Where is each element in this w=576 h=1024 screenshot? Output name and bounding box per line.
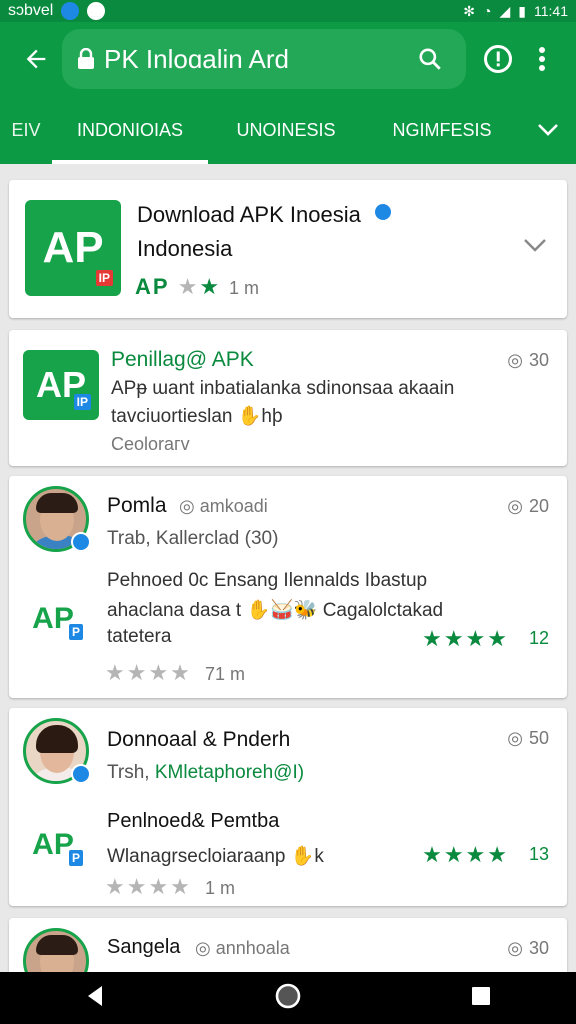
user-subline: Trsh, KMletaphoreh@I) (107, 762, 305, 783)
triangle-back-icon (88, 985, 102, 1006)
verified-icon (71, 532, 91, 552)
app-subtitle: Indonesia (137, 236, 233, 261)
search-button[interactable] (408, 37, 452, 81)
app-logo: AP P (23, 818, 83, 872)
user-post-card[interactable]: Pomla ◎ amkoadi ◎ 20 Trab, Kallerclad (30… (9, 476, 567, 698)
nav-home-button[interactable] (274, 982, 302, 1015)
user-handle: ◎ annhoala (195, 938, 290, 958)
app-meta: 1 m (229, 278, 260, 298)
tabs-expand-button[interactable] (520, 96, 576, 164)
info-icon (484, 45, 512, 73)
tab-3[interactable]: NGIMFESIS (364, 96, 520, 164)
comment-icon: ◎ (507, 938, 523, 958)
post-meta: 1 m (205, 878, 236, 898)
overflow-menu-button[interactable] (520, 37, 564, 81)
page-title: PK Inloɑalin Ard (104, 43, 290, 74)
user-post-card[interactable]: Sangela ◎ annhoala ◎ 30 (9, 918, 567, 972)
user-handle: ◎ amkoadi (179, 496, 268, 516)
system-nav-bar (0, 972, 576, 1024)
lock-icon (76, 47, 96, 71)
chevron-down-icon (524, 239, 546, 252)
nav-back-button[interactable] (84, 984, 106, 1013)
app-rating: AP ★★ (135, 274, 221, 300)
post-body-line-1: APᵽ ɯant inbatialanka sdinonsaa akaain (111, 378, 455, 399)
star-icon: ★ (177, 274, 200, 299)
tab-bar: EIV INDONIOIAS UNOINESIS NGIMFESIS (0, 96, 576, 164)
info-button[interactable] (476, 37, 520, 81)
arrow-back-icon (26, 49, 46, 69)
square-recents-icon (472, 986, 490, 1005)
post-count: ◎ 20 (507, 496, 549, 516)
comment-icon: ◎ (507, 728, 523, 748)
tab-0[interactable]: EIV (0, 96, 52, 164)
gray-rating: ★★★★ (105, 874, 192, 899)
post-body-line-1: Penlnoed& Pemtba (107, 810, 280, 832)
user-post-card[interactable]: Donnoaal & Pnderh ◎ 50 Trsh, KMletaphoreh… (9, 708, 567, 906)
messenger-icon (61, 2, 80, 20)
user-name[interactable]: Sangela (107, 936, 180, 959)
tab-2[interactable]: UNOINESIS (208, 96, 364, 164)
expand-button[interactable] (523, 238, 547, 257)
brand-label: AP (135, 274, 170, 299)
search-icon (419, 48, 441, 70)
green-rating: ★★★★ (422, 626, 509, 651)
avatar[interactable] (23, 928, 89, 972)
post-body-line-2: Wlanagrsecloiaraanp ✋k (107, 846, 324, 867)
comment-icon: ◎ (507, 350, 523, 370)
post-body-line-3: tatetera (107, 626, 172, 647)
battery-icon: ▮ (518, 2, 526, 19)
post-count: ◎ 50 (507, 728, 549, 748)
verified-icon (71, 764, 91, 784)
verified-icon (373, 202, 393, 222)
feed-list: AP IP Download APK Inoesia Indonesia AP ★… (0, 164, 576, 972)
chevron-down-icon (538, 124, 558, 136)
green-rating: ★★★★ (422, 842, 509, 867)
notification-icon (87, 2, 106, 20)
home-circle-icon (275, 983, 301, 1008)
featured-app-card[interactable]: AP IP Download APK Inoesia Indonesia AP ★… (9, 180, 567, 318)
post-body-line-1: Pehnoed 0c Ensang Ilennalds Ibastup (107, 570, 428, 591)
app-bar: PK Inloɑalin Ard (0, 22, 576, 96)
post-meta: 71 m (205, 664, 246, 684)
status-time: 11:41 (534, 3, 568, 19)
rating-count: 12 (528, 628, 549, 648)
comment-icon: ◎ (507, 496, 523, 516)
gray-rating: ★★★★ (105, 660, 192, 685)
app-logo: AP P (23, 592, 83, 646)
signal-icon: ◢ (499, 2, 511, 19)
app-logo: AP IP (25, 200, 121, 296)
post-body-line-2: tavciuortieslan ✋hþ (111, 406, 283, 427)
post-count: ◎ 30 (507, 938, 549, 958)
status-bar: sɔbvel ✻ ◔ ◢ ▮ 11:41 (0, 0, 576, 22)
post-count: ◎ 30 (507, 350, 549, 370)
post-title: Penillag@ APK (111, 348, 254, 371)
app-title: Download APK Inoesia (137, 202, 361, 227)
bluetooth-icon: ✻ (463, 2, 476, 19)
tab-1[interactable]: INDONIOIAS (52, 96, 208, 164)
wifi-icon: ◔ (483, 3, 492, 19)
post-category: Ceoloraгv (111, 434, 190, 454)
star-icon: ★ (199, 274, 222, 299)
rating-count: 13 (528, 844, 549, 864)
status-left-text: sɔbvel (8, 2, 54, 19)
app-logo: AP IP (23, 350, 99, 420)
user-name[interactable]: Donnoaal & Pnderh (107, 728, 290, 752)
app-post-card[interactable]: AP IP Penillag@ APK ◎ 30 APᵽ ɯant inbatial… (9, 330, 567, 466)
post-body-line-2: ahaclana dasa t ✋🥁🐝 Cagalolctakad (107, 600, 444, 621)
user-name[interactable]: Pomla (107, 494, 167, 518)
address-bar[interactable]: PK Inloɑalin Ard (62, 29, 466, 89)
nav-recents-button[interactable] (470, 985, 492, 1012)
back-button[interactable] (12, 35, 60, 83)
more-vert-icon (539, 47, 545, 71)
user-subline: Trab, Kallerclad (30) (107, 528, 279, 549)
